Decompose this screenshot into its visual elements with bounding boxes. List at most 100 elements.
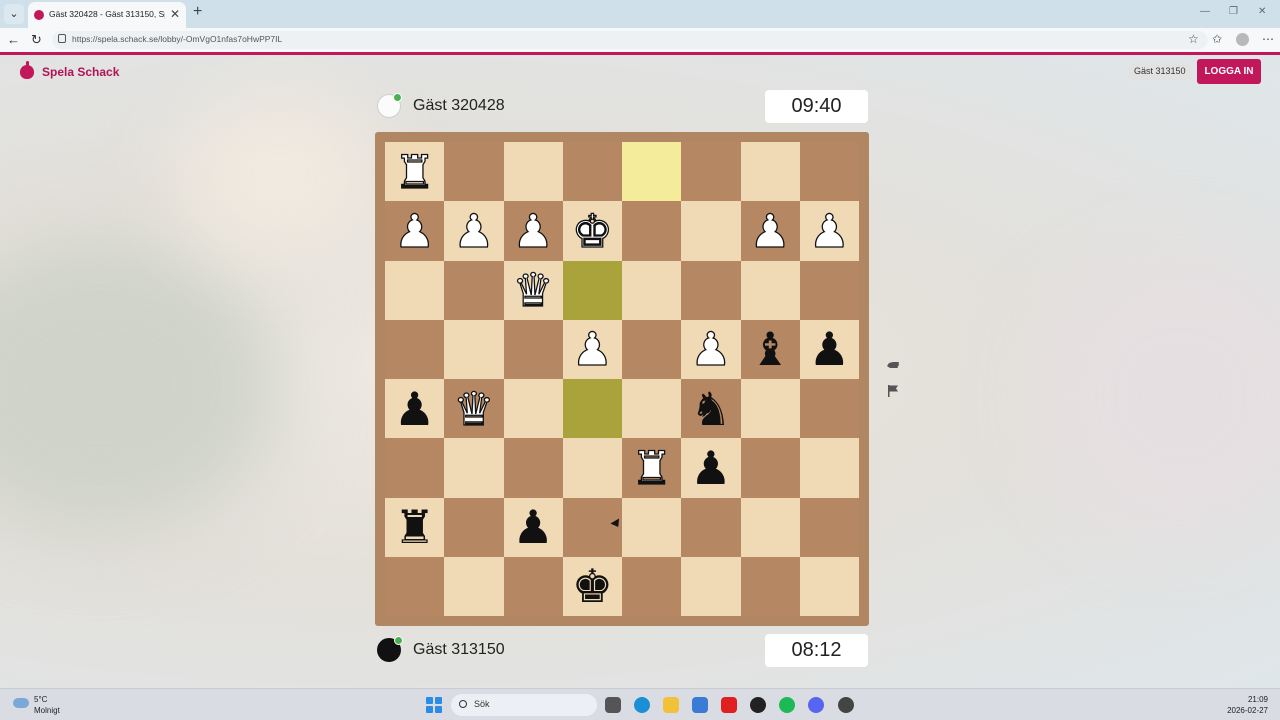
browser-tab-active[interactable]: Gäst 320428 - Gäst 313150, Spela Schack … <box>28 2 186 28</box>
square-f1[interactable] <box>503 142 563 202</box>
url-text[interactable]: https://spela.schack.se/lobby/-OmVgO1nfa… <box>72 34 282 44</box>
square-a8[interactable] <box>799 556 859 616</box>
square-c8[interactable] <box>681 556 741 616</box>
square-g8[interactable] <box>444 556 504 616</box>
square-f2[interactable]: ♟ <box>503 201 563 261</box>
app-icon[interactable] <box>838 697 854 713</box>
square-a5[interactable] <box>799 379 859 439</box>
minimize-window-icon[interactable]: — <box>1200 6 1210 17</box>
square-c2[interactable] <box>681 201 741 261</box>
square-b5[interactable] <box>740 379 800 439</box>
close-window-icon[interactable]: ✕ <box>1258 6 1266 17</box>
discord-icon[interactable] <box>808 697 824 713</box>
white-pawn-icon[interactable]: ♟ <box>453 207 496 254</box>
square-e4[interactable]: ♟ <box>562 319 622 379</box>
store-icon[interactable] <box>692 697 708 713</box>
square-c1[interactable] <box>681 142 741 202</box>
square-f4[interactable] <box>503 319 563 379</box>
square-e5[interactable] <box>562 379 622 439</box>
maximize-window-icon[interactable]: ❐ <box>1229 6 1238 17</box>
black-pawn-icon[interactable]: ♟ <box>513 504 554 550</box>
square-b3[interactable] <box>740 260 800 320</box>
square-a1[interactable] <box>799 142 859 202</box>
youtube-icon[interactable] <box>721 697 737 713</box>
square-h5[interactable]: ♟ <box>385 379 445 439</box>
square-b6[interactable] <box>740 438 800 498</box>
black-pawn-icon[interactable]: ♟ <box>809 326 850 372</box>
square-d6[interactable]: ♜ <box>622 438 682 498</box>
square-c6[interactable]: ♟ <box>681 438 741 498</box>
square-d2[interactable] <box>622 201 682 261</box>
reload-icon[interactable]: ↻ <box>31 32 42 48</box>
square-c5[interactable]: ♞ <box>681 379 741 439</box>
square-b4[interactable]: ♝ <box>740 319 800 379</box>
white-pawn-icon[interactable]: ♟ <box>393 207 436 254</box>
white-rook-icon[interactable]: ♜ <box>630 444 673 491</box>
square-g6[interactable] <box>444 438 504 498</box>
square-a6[interactable] <box>799 438 859 498</box>
white-pawn-icon[interactable]: ♟ <box>512 207 555 254</box>
more-menu-icon[interactable]: ⋯ <box>1262 32 1274 46</box>
square-e1[interactable] <box>562 142 622 202</box>
white-rook-icon[interactable]: ♜ <box>393 148 436 195</box>
square-g3[interactable] <box>444 260 504 320</box>
square-d3[interactable] <box>622 260 682 320</box>
favorite-star-icon[interactable]: ☆ <box>1188 32 1199 46</box>
tab-close-icon[interactable]: ✕ <box>170 7 180 21</box>
square-c3[interactable] <box>681 260 741 320</box>
square-h8[interactable] <box>385 556 445 616</box>
black-king-icon[interactable]: ♚ <box>572 563 613 609</box>
square-e3[interactable] <box>562 260 622 320</box>
square-g7[interactable] <box>444 497 504 557</box>
black-pawn-icon[interactable]: ♟ <box>394 386 435 432</box>
square-f7[interactable]: ♟ <box>503 497 563 557</box>
square-a7[interactable] <box>799 497 859 557</box>
square-d8[interactable] <box>622 556 682 616</box>
taskbar-search[interactable]: Sök <box>451 694 597 716</box>
square-h2[interactable]: ♟ <box>385 201 445 261</box>
task-view-icon[interactable] <box>605 697 621 713</box>
square-h6[interactable] <box>385 438 445 498</box>
square-f5[interactable] <box>503 379 563 439</box>
cloud-weather-icon[interactable] <box>13 698 29 708</box>
url-field[interactable]: https://spela.schack.se/lobby/-OmVgO1nfa… <box>52 31 1208 49</box>
white-queen-icon[interactable]: ♛ <box>512 266 555 313</box>
white-queen-icon[interactable]: ♛ <box>453 385 496 432</box>
windows-start-icon[interactable] <box>426 697 442 713</box>
square-e6[interactable] <box>562 438 622 498</box>
edge-browser-icon[interactable] <box>634 697 650 713</box>
back-arrow-icon[interactable]: ← <box>7 32 20 47</box>
file-explorer-icon[interactable] <box>663 697 679 713</box>
square-b8[interactable] <box>740 556 800 616</box>
login-button[interactable]: LOGGA IN <box>1197 59 1261 84</box>
chatgpt-icon[interactable] <box>750 697 766 713</box>
new-tab-icon[interactable]: + <box>193 3 202 21</box>
white-king-icon[interactable]: ♚ <box>571 207 614 254</box>
white-pawn-icon[interactable]: ♟ <box>571 326 614 373</box>
square-g4[interactable] <box>444 319 504 379</box>
black-bishop-icon[interactable]: ♝ <box>750 326 791 372</box>
square-d1[interactable] <box>622 142 682 202</box>
square-b7[interactable] <box>740 497 800 557</box>
square-g5[interactable]: ♛ <box>444 379 504 439</box>
square-f3[interactable]: ♛ <box>503 260 563 320</box>
tab-list-chevron-icon[interactable]: ⌄ <box>4 4 24 24</box>
square-g1[interactable] <box>444 142 504 202</box>
spotify-icon[interactable] <box>779 697 795 713</box>
square-c4[interactable]: ♟ <box>681 319 741 379</box>
square-b2[interactable]: ♟ <box>740 201 800 261</box>
white-pawn-icon[interactable]: ♟ <box>690 326 733 373</box>
square-e2[interactable]: ♚ <box>562 201 622 261</box>
site-logo[interactable]: Spela Schack <box>20 61 119 81</box>
black-rook-icon[interactable]: ♜ <box>394 504 435 550</box>
white-pawn-icon[interactable]: ♟ <box>808 207 851 254</box>
square-b1[interactable] <box>740 142 800 202</box>
resign-flag-icon[interactable] <box>886 384 900 398</box>
square-c7[interactable] <box>681 497 741 557</box>
square-h1[interactable]: ♜ <box>385 142 445 202</box>
white-pawn-icon[interactable]: ♟ <box>749 207 792 254</box>
square-a4[interactable]: ♟ <box>799 319 859 379</box>
square-a3[interactable] <box>799 260 859 320</box>
square-d4[interactable] <box>622 319 682 379</box>
square-h4[interactable] <box>385 319 445 379</box>
